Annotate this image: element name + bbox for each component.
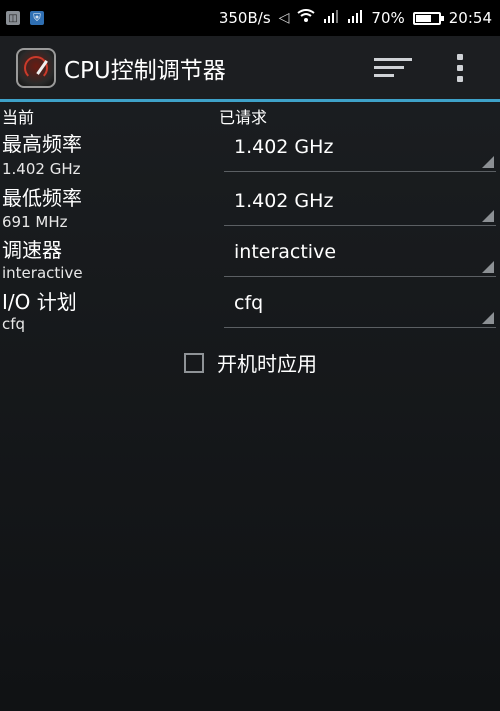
min-frequency-spinner[interactable]: 1.402 GHz bbox=[224, 178, 496, 226]
governor-current: interactive bbox=[2, 264, 83, 282]
battery-icon bbox=[412, 11, 444, 25]
max-frequency-spinner[interactable]: 1.402 GHz bbox=[224, 124, 496, 172]
dropdown-arrow-icon bbox=[482, 312, 494, 324]
network-speed: 350B/s bbox=[218, 9, 271, 27]
system-indicators: 350B/s ◁ 70% 20:54 bbox=[219, 9, 500, 27]
min-frequency-value: 1.402 GHz bbox=[234, 190, 334, 212]
io-scheduler-spinner[interactable]: cfq bbox=[224, 280, 496, 328]
governor-value: interactive bbox=[234, 241, 337, 263]
apply-on-boot-row[interactable]: 开机时应用 bbox=[184, 348, 317, 377]
apply-on-boot-label: 开机时应用 bbox=[217, 352, 317, 376]
governor-spinner[interactable]: interactive bbox=[224, 229, 496, 277]
clock: 20:54 bbox=[448, 9, 492, 27]
signal-icon bbox=[323, 9, 339, 27]
wifi-icon bbox=[297, 9, 316, 27]
overflow-menu-icon[interactable] bbox=[456, 54, 464, 82]
action-bar: CPU控制调节器 bbox=[0, 36, 500, 100]
notification-icons: ◫ ⛨ bbox=[0, 11, 44, 25]
action-bar-divider bbox=[0, 99, 500, 102]
battery-percent: 70% bbox=[371, 9, 405, 27]
shield-icon: ⛨ bbox=[30, 11, 44, 25]
app-title: CPU控制调节器 bbox=[64, 58, 226, 84]
app-badge-icon: ◫ bbox=[6, 11, 20, 25]
dropdown-arrow-icon bbox=[482, 261, 494, 273]
status-bar: ◫ ⛨ 350B/s ◁ 70% 20:54 bbox=[0, 0, 500, 36]
apply-on-boot-checkbox[interactable] bbox=[184, 352, 204, 373]
signal-icon bbox=[347, 9, 363, 27]
max-frequency-label: 最高频率 bbox=[2, 132, 82, 156]
io-scheduler-label: I/O 计划 bbox=[2, 290, 77, 314]
sort-icon[interactable] bbox=[374, 55, 412, 81]
io-scheduler-value: cfq bbox=[234, 292, 264, 314]
governor-label: 调速器 bbox=[2, 238, 62, 262]
max-frequency-current: 1.402 GHz bbox=[2, 160, 81, 178]
min-frequency-current: 691 MHz bbox=[2, 213, 68, 231]
mute-icon: ◁ bbox=[278, 10, 290, 26]
io-scheduler-current: cfq bbox=[2, 315, 26, 333]
battery-level bbox=[415, 14, 431, 22]
dropdown-arrow-icon bbox=[482, 210, 494, 222]
min-frequency-label: 最低频率 bbox=[2, 186, 82, 210]
current-column-header: 当前 bbox=[2, 108, 35, 127]
dropdown-arrow-icon bbox=[482, 156, 494, 168]
max-frequency-value: 1.402 GHz bbox=[234, 136, 334, 158]
app-logo-icon bbox=[16, 48, 56, 88]
